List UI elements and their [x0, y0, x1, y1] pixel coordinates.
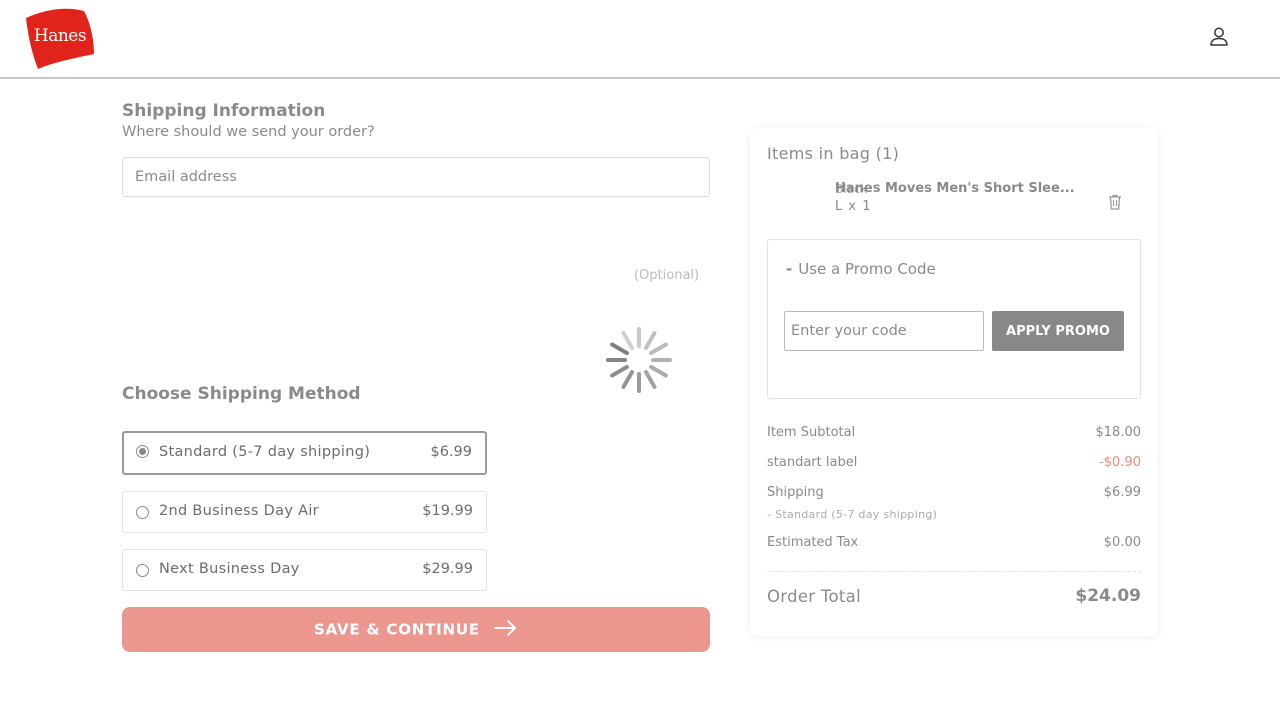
shipping-option-2nd-day-air[interactable]: 2nd Business Day Air $19.99: [122, 491, 487, 533]
shipping-option-label: Next Business Day: [159, 561, 300, 577]
shipping-info-subtitle: Where should we send your order?: [122, 124, 375, 140]
tax-label: Estimated Tax: [767, 535, 859, 550]
optional-label: (Optional): [634, 268, 700, 283]
shipping-method-note: - Standard (5-7 day shipping): [767, 508, 938, 521]
radio-button[interactable]: [136, 445, 149, 458]
promo-code-toggle[interactable]: - Use a Promo Code: [786, 260, 936, 278]
site-header: Hanes: [0, 0, 1280, 79]
order-total-value: $24.09: [1075, 586, 1141, 606]
shipping-label: Shipping: [767, 485, 824, 500]
shipping-option-price: $19.99: [422, 503, 473, 519]
shipping-option-label: Standard (5-7 day shipping): [159, 444, 371, 460]
collapse-icon: -: [786, 260, 793, 278]
summary-divider: [767, 571, 1141, 572]
radio-selected-dot: [139, 448, 146, 455]
shipping-value: $6.99: [1103, 485, 1141, 500]
item-name[interactable]: Hanes Moves Men's Short Slee...: [835, 181, 1075, 196]
shipping-info-title: Shipping Information: [122, 101, 326, 121]
hanes-logo[interactable]: Hanes: [24, 8, 96, 70]
item-size-quantity: L x 1: [835, 199, 872, 214]
apply-promo-button[interactable]: APPLY PROMO: [992, 311, 1124, 351]
promo-code-section: -Use a Promo Code APPLY PROMO: [767, 239, 1141, 399]
discount-label: standart label: [767, 455, 858, 470]
subtotal-value: $18.00: [1095, 425, 1142, 440]
order-summary-card: Items in bag (1) Black Hanes Moves Men's…: [750, 128, 1158, 636]
trash-icon[interactable]: [1108, 194, 1122, 210]
shipping-option-price: $29.99: [422, 561, 473, 577]
shipping-option-label: 2nd Business Day Air: [159, 503, 319, 519]
subtotal-label: Item Subtotal: [767, 425, 856, 440]
shipping-option-next-day[interactable]: Next Business Day $29.99: [122, 549, 487, 591]
email-field[interactable]: [122, 157, 710, 197]
shipping-option-price: $6.99: [430, 444, 472, 460]
radio-button[interactable]: [136, 506, 149, 519]
radio-button[interactable]: [136, 564, 149, 577]
bag-title: Items in bag (1): [767, 144, 900, 163]
tax-value: $0.00: [1103, 535, 1141, 550]
promo-code-input[interactable]: [784, 311, 984, 351]
save-continue-button[interactable]: SAVE & CONTINUE: [122, 607, 710, 652]
discount-value: -$0.90: [1099, 455, 1141, 470]
loading-spinner-icon: [606, 327, 672, 393]
shipping-option-standard[interactable]: Standard (5-7 day shipping) $6.99: [122, 431, 487, 475]
logo-text: Hanes: [33, 26, 87, 46]
shipping-method-title: Choose Shipping Method: [122, 384, 361, 404]
account-icon[interactable]: [1207, 25, 1231, 49]
save-continue-label: SAVE & CONTINUE: [314, 620, 480, 638]
promo-toggle-label: Use a Promo Code: [798, 260, 936, 278]
arrow-right-icon: [493, 619, 518, 640]
order-total-label: Order Total: [767, 587, 861, 606]
